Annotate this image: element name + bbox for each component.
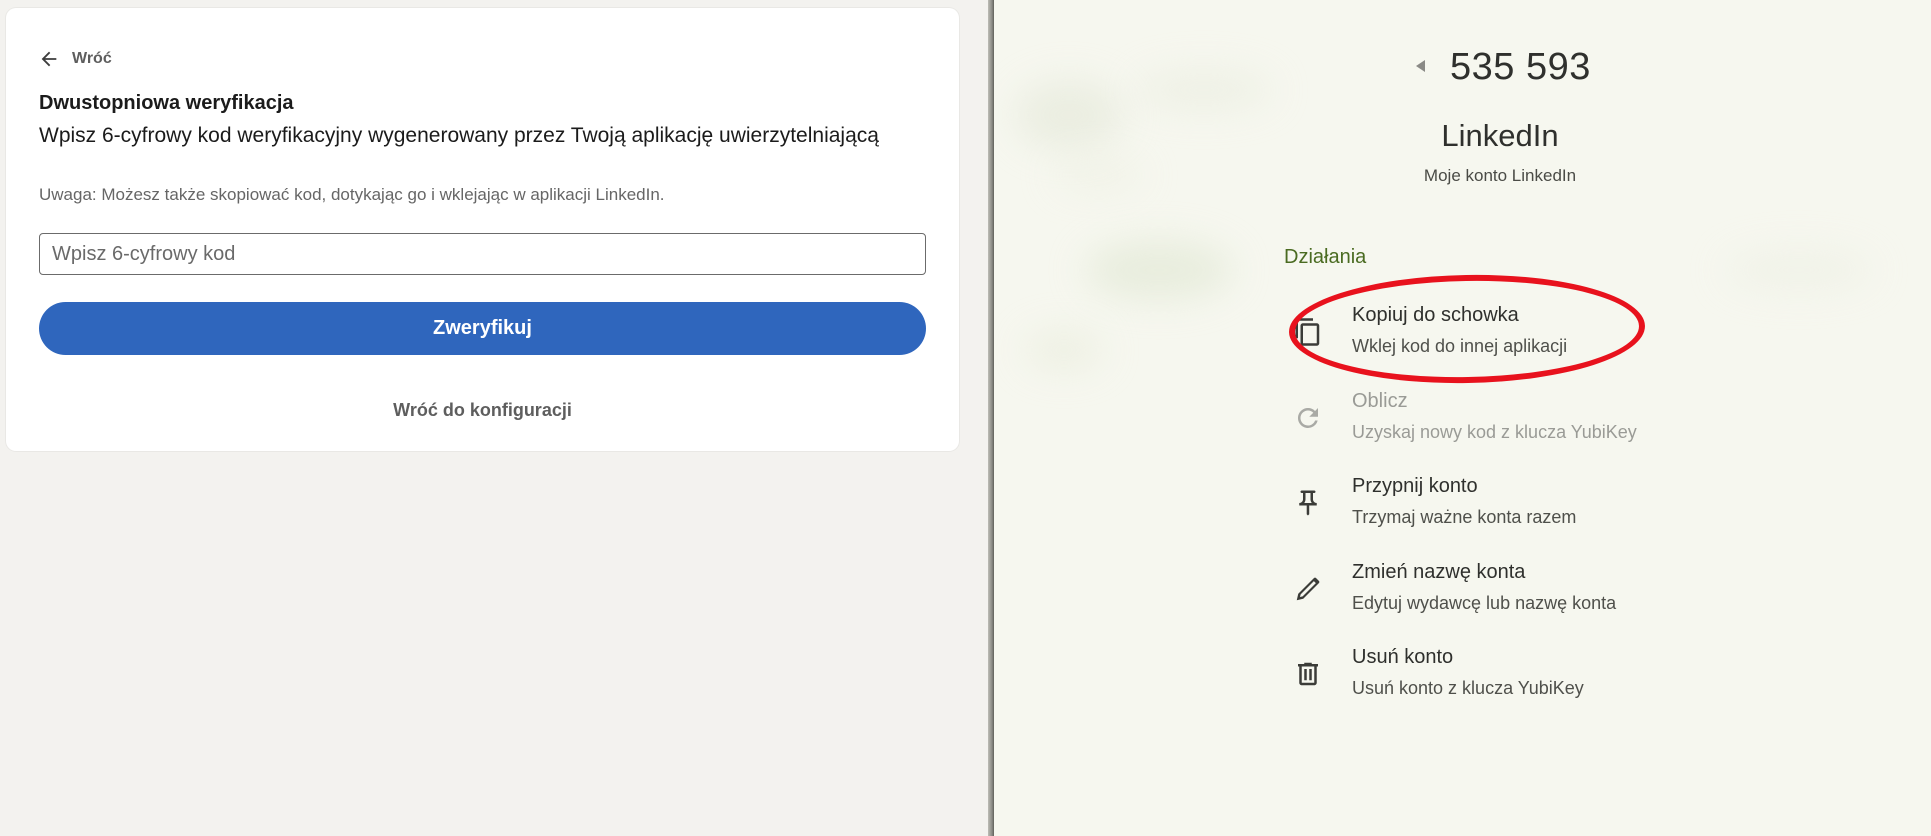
calculate-action: Oblicz Uzyskaj nowy kod z klucza YubiKey	[1284, 390, 1704, 452]
pencil-icon	[1292, 573, 1324, 605]
pin-account-action[interactable]: Przypnij konto Trzymaj ważne konta razem	[1284, 475, 1704, 537]
actions-section-header: Działania	[1284, 246, 1367, 268]
action-title: Usuń konto	[1352, 646, 1454, 668]
page-subtitle: Wpisz 6-cyfrowy kod weryfikacyjny wygene…	[39, 124, 879, 147]
action-subtitle: Edytuj wydawcę lub nazwę konta	[1352, 593, 1617, 613]
authenticator-pane: 535 593 LinkedIn Moje konto LinkedIn Dzi…	[994, 0, 1931, 836]
copy-code-note: Uwaga: Możesz także skopiować kod, dotyk…	[39, 185, 665, 204]
back-label: Wróć	[72, 50, 112, 67]
account-subtitle: Moje konto LinkedIn	[1423, 166, 1577, 185]
verification-card: Wróć Dwustopniowa weryfikacja Wpisz 6-cy…	[6, 8, 959, 451]
action-subtitle: Uzyskaj nowy kod z klucza YubiKey	[1352, 422, 1637, 442]
action-title: Zmień nazwę konta	[1352, 561, 1526, 583]
action-subtitle: Usuń konto z klucza YubiKey	[1352, 678, 1584, 698]
action-title: Oblicz	[1352, 390, 1408, 412]
action-title: Przypnij konto	[1352, 475, 1478, 497]
account-name: LinkedIn	[1441, 118, 1559, 153]
page-title: Dwustopniowa weryfikacja	[39, 92, 294, 114]
copy-to-clipboard-action[interactable]: Kopiuj do schowka Wklej kod do innej apl…	[1284, 304, 1704, 366]
verify-button[interactable]: Zweryfikuj	[39, 302, 926, 355]
otp-code-row[interactable]: 535 593	[994, 44, 1931, 94]
background-blur	[1024, 330, 1104, 370]
back-button[interactable]: Wróć	[38, 46, 112, 72]
trash-icon	[1292, 658, 1324, 690]
linkedin-verification-pane: Wróć Dwustopniowa weryfikacja Wpisz 6-cy…	[0, 0, 993, 836]
action-subtitle: Trzymaj ważne konta razem	[1352, 507, 1577, 527]
arrow-left-icon	[38, 48, 60, 70]
verification-code-input[interactable]	[39, 233, 926, 275]
action-subtitle: Wklej kod do innej aplikacji	[1352, 336, 1568, 356]
countdown-caret-icon	[1416, 60, 1425, 72]
copy-icon	[1292, 316, 1324, 348]
pin-icon	[1292, 487, 1324, 519]
back-to-config-link[interactable]: Wróć do konfiguracji	[39, 400, 926, 421]
background-blur	[1084, 240, 1234, 300]
background-blur	[1724, 250, 1874, 290]
otp-code[interactable]: 535 593	[1450, 46, 1591, 89]
refresh-icon	[1292, 402, 1324, 434]
action-title: Kopiuj do schowka	[1352, 304, 1519, 326]
rename-account-action[interactable]: Zmień nazwę konta Edytuj wydawcę lub naz…	[1284, 561, 1704, 623]
delete-account-action[interactable]: Usuń konto Usuń konto z klucza YubiKey	[1284, 646, 1704, 708]
